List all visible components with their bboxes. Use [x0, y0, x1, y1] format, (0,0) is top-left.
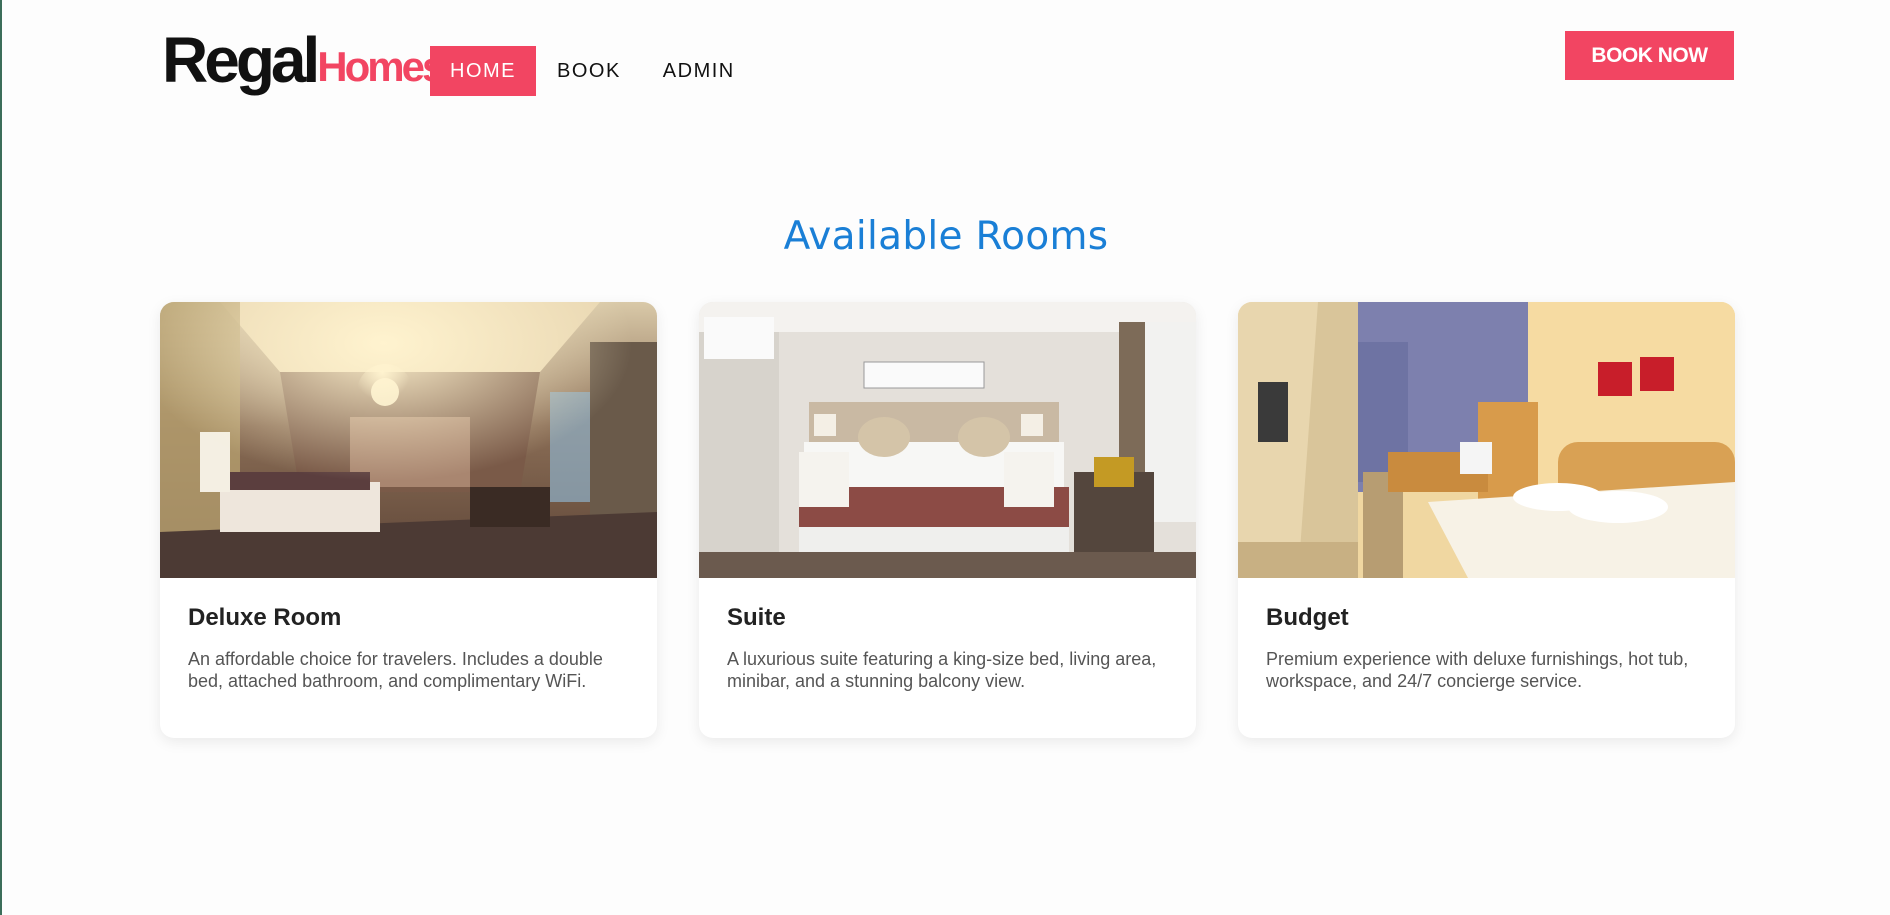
logo-homes-text: Homes	[317, 43, 445, 90]
room-image-deluxe	[160, 302, 657, 578]
room-description: An affordable choice for travelers. Incl…	[188, 649, 603, 691]
room-image-budget	[1238, 302, 1735, 578]
room-card-suite[interactable]: Suite A luxurious suite featuring a king…	[699, 302, 1196, 738]
page-title: Available Rooms	[783, 214, 1109, 259]
page: Regal Homes HOME BOOK ADMIN BOOK NOW Ava…	[0, 0, 1890, 915]
book-now-button[interactable]: BOOK NOW	[1565, 31, 1734, 80]
nav-item-admin[interactable]: ADMIN	[642, 46, 756, 96]
room-card-deluxe[interactable]: Deluxe Room An affordable choice for tra…	[160, 302, 657, 738]
room-title: Budget	[1266, 604, 1349, 631]
brand-logo[interactable]: Regal Homes	[162, 24, 445, 96]
site-header: Regal Homes HOME BOOK ADMIN BOOK NOW	[2, 0, 1890, 110]
room-title: Suite	[727, 604, 786, 631]
nav-item-home[interactable]: HOME	[430, 46, 536, 96]
room-card-budget[interactable]: Budget Premium experience with deluxe fu…	[1238, 302, 1735, 738]
logo-regal-text: Regal	[162, 24, 320, 96]
room-description: Premium experience with deluxe furnishin…	[1266, 649, 1689, 691]
main-nav: HOME BOOK ADMIN	[430, 46, 756, 96]
room-description: A luxurious suite featuring a king-size …	[727, 649, 1157, 691]
room-image-suite	[699, 302, 1196, 578]
room-cards: Deluxe Room An affordable choice for tra…	[160, 302, 1735, 738]
room-title: Deluxe Room	[188, 604, 342, 631]
nav-item-book[interactable]: BOOK	[536, 46, 642, 96]
